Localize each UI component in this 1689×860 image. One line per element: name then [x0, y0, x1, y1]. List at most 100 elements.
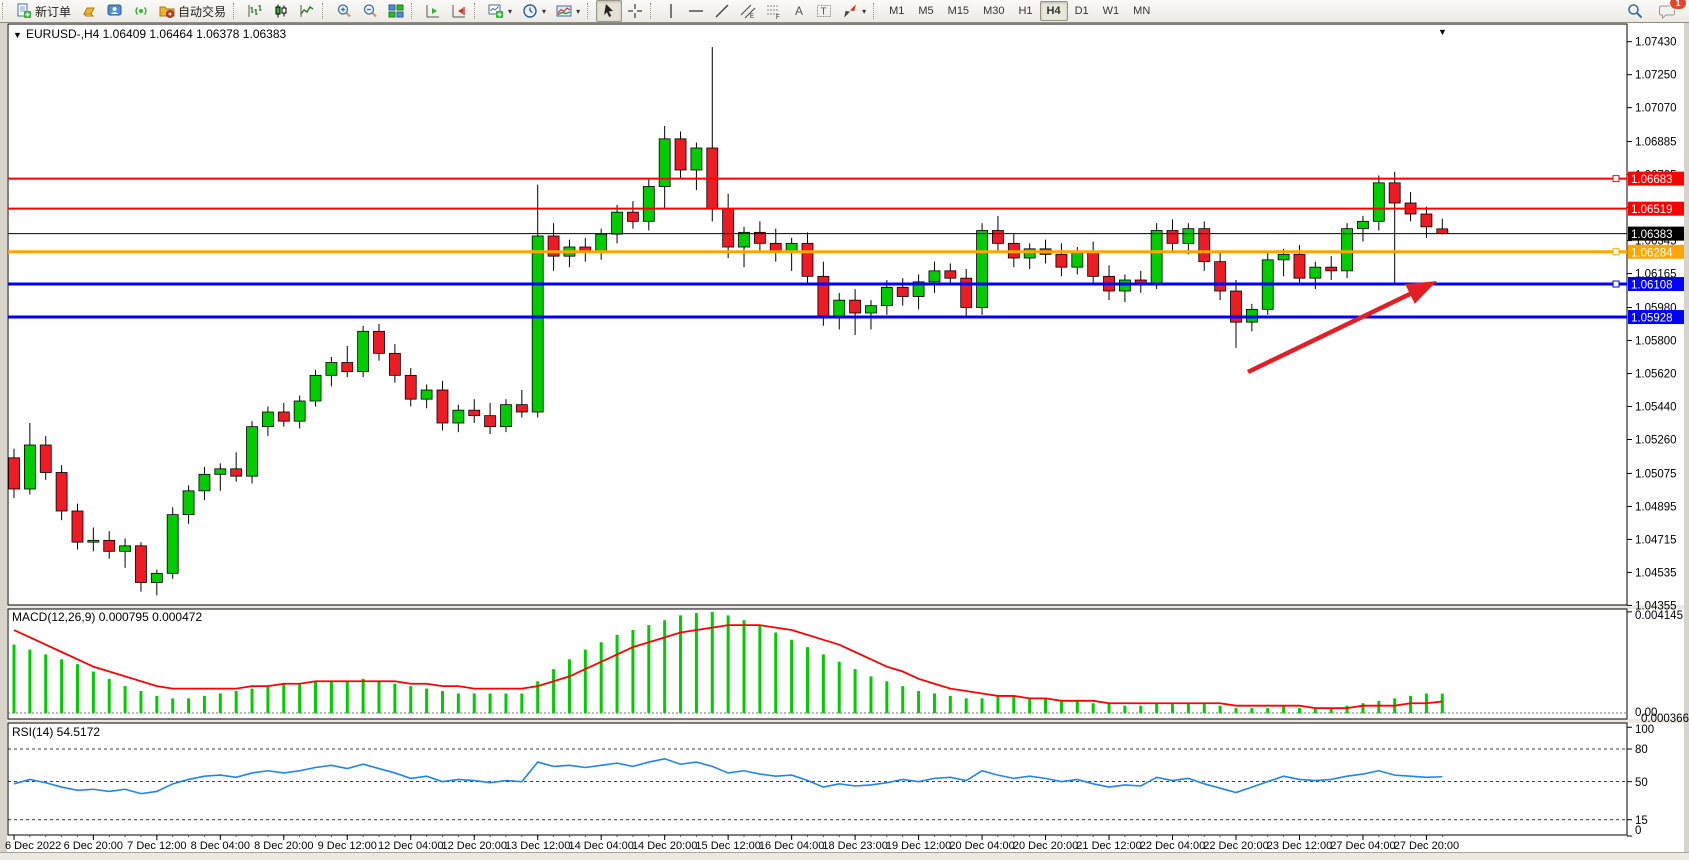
auto-scroll-button[interactable]: [446, 0, 472, 22]
svg-text:9 Dec 12:00: 9 Dec 12:00: [318, 840, 377, 852]
gold-button[interactable]: [76, 0, 102, 22]
new-order-label: 新订单: [35, 3, 71, 20]
svg-text:1.07250: 1.07250: [1635, 70, 1677, 82]
timeframe-D1[interactable]: D1: [1068, 1, 1096, 21]
trendline-button[interactable]: [709, 0, 735, 22]
toolbar-grip[interactable]: [2, 3, 8, 19]
timeframe-W1[interactable]: W1: [1096, 1, 1127, 21]
svg-text:E: E: [750, 14, 754, 19]
toolbar-grip[interactable]: [474, 3, 480, 19]
svg-text:7 Dec 12:00: 7 Dec 12:00: [127, 840, 186, 852]
macd-label: MACD(12,26,9) 0.000795 0.000472: [12, 610, 202, 624]
svg-text:27 Dec 04:00: 27 Dec 04:00: [1330, 840, 1395, 852]
svg-text:1.04895: 1.04895: [1635, 501, 1677, 513]
text-button[interactable]: A: [787, 0, 811, 22]
bar-chart-button[interactable]: [242, 0, 268, 22]
chart-shift-icon: [425, 3, 441, 19]
mt4-window: 1.074301.072501.070701.068851.067051.065…: [0, 0, 1689, 860]
svg-text:12 Dec 20:00: 12 Dec 20:00: [442, 840, 507, 852]
toolbar-grip[interactable]: [322, 3, 328, 19]
new-order-button[interactable]: 新订单: [11, 0, 76, 22]
toolbar-grip[interactable]: [650, 3, 656, 19]
line-chart-button[interactable]: [294, 0, 320, 22]
arrows-button[interactable]: ▾: [837, 0, 871, 22]
svg-text:1.06108: 1.06108: [1631, 280, 1673, 292]
periods-button[interactable]: ▾: [517, 0, 551, 22]
svg-text:50: 50: [1635, 777, 1648, 789]
panel-splitter[interactable]: [7, 605, 1684, 609]
crosshair-button[interactable]: [622, 0, 648, 22]
svg-text:1.07070: 1.07070: [1635, 103, 1677, 115]
notifications-button[interactable]: 1: [1654, 0, 1681, 22]
svg-text:13 Dec 12:00: 13 Dec 12:00: [505, 840, 570, 852]
svg-text:100: 100: [1635, 724, 1654, 736]
toolbar-grip[interactable]: [411, 3, 417, 19]
timeframe-H4[interactable]: H4: [1040, 1, 1068, 21]
timeframe-M30[interactable]: M30: [976, 1, 1011, 21]
timeframe-M15[interactable]: M15: [941, 1, 976, 21]
horizontal-line-icon: [688, 3, 704, 19]
timeframe-MN[interactable]: MN: [1126, 1, 1157, 21]
timeframe-H1[interactable]: H1: [1011, 1, 1039, 21]
new-chart-icon: [488, 3, 504, 19]
fibonacci-button[interactable]: F: [761, 0, 787, 22]
svg-text:1.05800: 1.05800: [1635, 335, 1677, 347]
toolbar-grip[interactable]: [587, 3, 593, 19]
toolbar-grip[interactable]: [233, 3, 239, 19]
auto-trading-button[interactable]: 自动交易: [154, 0, 231, 22]
svg-text:1.06885: 1.06885: [1635, 137, 1677, 149]
tile-windows-icon: [388, 3, 404, 19]
signal-button[interactable]: [128, 0, 154, 22]
search-button[interactable]: [1622, 0, 1648, 22]
tile-windows-button[interactable]: [383, 0, 409, 22]
svg-text:1.06284: 1.06284: [1631, 247, 1673, 259]
chart-panel: [8, 723, 1627, 835]
svg-text:27 Dec 20:00: 27 Dec 20:00: [1394, 840, 1459, 852]
community-button[interactable]: [102, 0, 128, 22]
svg-text:19 Dec 12:00: 19 Dec 12:00: [886, 840, 951, 852]
chart-shift-button[interactable]: [420, 0, 446, 22]
svg-text:1.06683: 1.06683: [1631, 174, 1673, 186]
svg-text:22 Dec 04:00: 22 Dec 04:00: [1140, 840, 1205, 852]
zoom-out-button[interactable]: [357, 0, 383, 22]
vertical-line-icon: [664, 3, 678, 19]
line-chart-icon: [299, 3, 315, 19]
templates-icon: [556, 3, 572, 19]
auto-trading-label: 自动交易: [178, 3, 226, 20]
new-chart-button[interactable]: ▾: [483, 0, 517, 22]
svg-text:A: A: [795, 4, 803, 18]
chevron-down-icon: ▾: [542, 7, 546, 16]
svg-text:20 Dec 20:00: 20 Dec 20:00: [1013, 840, 1078, 852]
symbol-dropdown-icon[interactable]: ▼: [13, 30, 22, 40]
timeframe-toolbar: M1M5M15M30H1H4D1W1MN: [871, 0, 1157, 22]
svg-text:1.07430: 1.07430: [1635, 37, 1677, 49]
svg-text:8 Dec 20:00: 8 Dec 20:00: [254, 840, 313, 852]
cursor-icon: [601, 3, 617, 19]
svg-text:1.05440: 1.05440: [1635, 401, 1677, 413]
toolbar-grip[interactable]: [873, 3, 879, 19]
chart-canvas[interactable]: 1.074301.072501.070701.068851.067051.065…: [0, 0, 1689, 860]
timeframe-M5[interactable]: M5: [911, 1, 940, 21]
svg-text:1.05620: 1.05620: [1635, 368, 1677, 380]
templates-button[interactable]: ▾: [551, 0, 585, 22]
scroll-toolbar: [409, 0, 472, 22]
panel-splitter[interactable]: [7, 719, 1684, 723]
horizontal-line-button[interactable]: [683, 0, 709, 22]
text-label-button[interactable]: T: [811, 0, 837, 22]
channel-button[interactable]: E: [735, 0, 761, 22]
svg-text:22 Dec 20:00: 22 Dec 20:00: [1203, 840, 1268, 852]
zoom-in-button[interactable]: [331, 0, 357, 22]
candlestick-button[interactable]: [268, 0, 294, 22]
vertical-line-button[interactable]: [659, 0, 683, 22]
svg-text:8 Dec 04:00: 8 Dec 04:00: [191, 840, 250, 852]
timeframe-M1[interactable]: M1: [882, 1, 911, 21]
window-bottom-edge: [0, 852, 1689, 860]
svg-text:T: T: [821, 7, 827, 18]
fibonacci-icon: F: [766, 3, 782, 19]
chevron-down-icon: ▾: [576, 7, 580, 16]
cursor-button[interactable]: [596, 0, 622, 22]
text-label-icon: T: [816, 3, 832, 19]
chart-shift-marker[interactable]: ▼: [1438, 27, 1447, 37]
periods-icon: [522, 3, 538, 19]
trade-toolbar: 新订单 自动交易: [0, 0, 231, 22]
